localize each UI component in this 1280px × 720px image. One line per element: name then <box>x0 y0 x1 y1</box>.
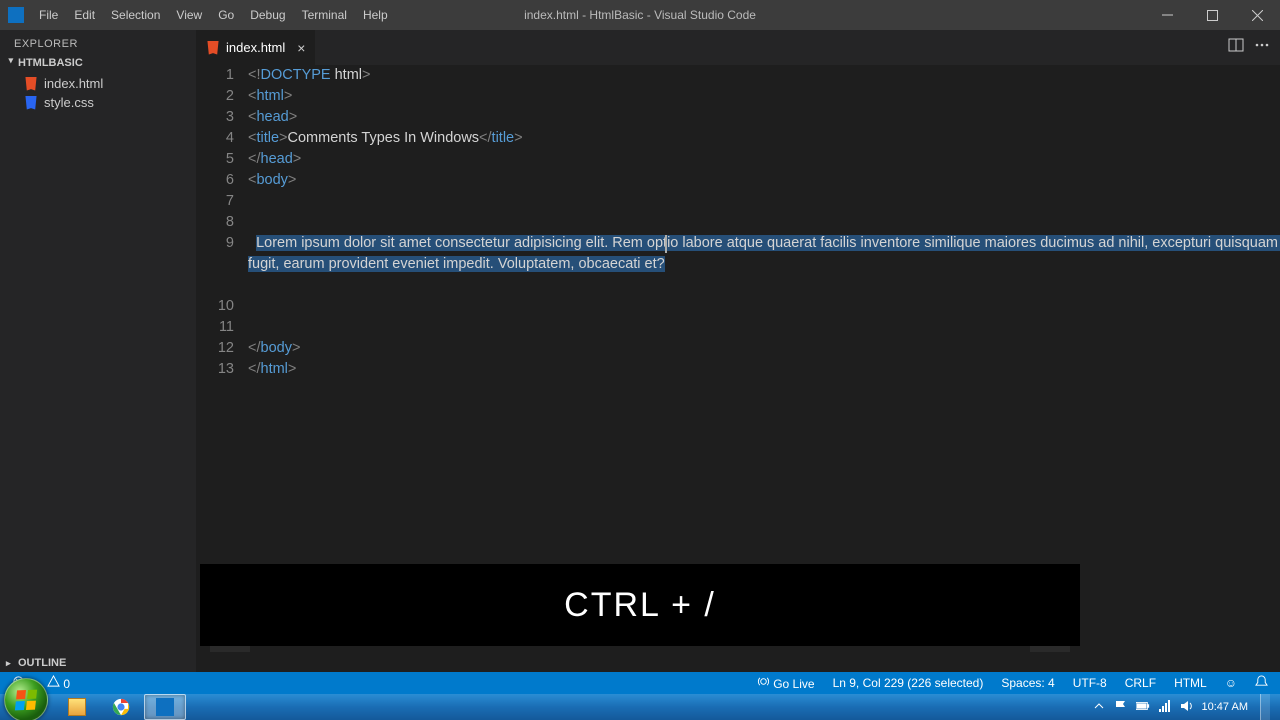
tray-network-icon[interactable] <box>1158 699 1172 716</box>
menu-terminal[interactable]: Terminal <box>295 8 354 22</box>
tray-battery-icon[interactable] <box>1136 699 1150 716</box>
system-tray: 10:47 AM <box>1092 694 1280 720</box>
vscode-logo-icon <box>8 7 24 23</box>
windows-taskbar: 10:47 AM <box>0 694 1280 720</box>
split-editor-icon[interactable] <box>1228 37 1244 58</box>
windows-logo-icon <box>15 690 37 711</box>
tray-volume-icon[interactable] <box>1180 699 1194 716</box>
status-golive[interactable]: Go Live <box>753 675 819 691</box>
tray-flag-icon[interactable] <box>1114 699 1128 716</box>
show-desktop-button[interactable] <box>1260 694 1270 720</box>
html-file-icon <box>24 77 38 91</box>
file-tree-item[interactable]: style.css <box>0 93 196 112</box>
window-title: index.html - HtmlBasic - Visual Studio C… <box>524 8 756 22</box>
vscode-window: File Edit Selection View Go Debug Termin… <box>0 0 1280 694</box>
start-button[interactable] <box>4 678 48 720</box>
taskbar-chrome[interactable] <box>100 694 142 720</box>
sidebar-explorer: EXPLORER HTMLBASIC index.html style.css … <box>0 30 196 672</box>
menu-go[interactable]: Go <box>211 8 241 22</box>
keystroke-overlay: CTRL + / <box>200 564 1080 646</box>
file-name: style.css <box>44 95 94 110</box>
file-name: index.html <box>44 76 103 91</box>
outline-section-header[interactable]: OUTLINE <box>0 654 196 672</box>
menu-selection[interactable]: Selection <box>104 8 167 22</box>
taskbar-vscode[interactable] <box>144 694 186 720</box>
titlebar: File Edit Selection View Go Debug Termin… <box>0 0 1280 30</box>
file-tree-item[interactable]: index.html <box>0 74 196 93</box>
taskbar-file-explorer[interactable] <box>56 694 98 720</box>
window-close-button[interactable] <box>1235 0 1280 30</box>
menu-help[interactable]: Help <box>356 8 395 22</box>
html-file-icon <box>206 41 220 55</box>
tray-clock[interactable]: 10:47 AM <box>1202 702 1248 713</box>
tray-show-hidden-icon[interactable] <box>1092 699 1106 716</box>
menubar: File Edit Selection View Go Debug Termin… <box>32 8 395 22</box>
menu-view[interactable]: View <box>169 8 209 22</box>
status-eol[interactable]: CRLF <box>1121 676 1160 690</box>
statusbar: 0 0 Go Live Ln 9, Col 229 (226 selected)… <box>0 672 1280 694</box>
tab-close-icon[interactable]: × <box>297 40 305 56</box>
tab-index-html[interactable]: index.html × <box>196 30 316 65</box>
window-maximize-button[interactable] <box>1190 0 1235 30</box>
status-encoding[interactable]: UTF-8 <box>1069 676 1111 690</box>
status-cursor-position[interactable]: Ln 9, Col 229 (226 selected) <box>829 676 988 690</box>
menu-edit[interactable]: Edit <box>67 8 102 22</box>
menu-debug[interactable]: Debug <box>243 8 292 22</box>
explorer-folder-header[interactable]: HTMLBASIC <box>0 54 196 72</box>
status-warnings[interactable]: 0 <box>43 675 74 691</box>
css-file-icon <box>24 96 38 110</box>
status-feedback-icon[interactable]: ☺ <box>1221 676 1241 690</box>
editor-tabs: index.html × <box>196 30 1280 65</box>
status-notifications-icon[interactable] <box>1251 675 1272 691</box>
tab-label: index.html <box>226 40 285 55</box>
more-actions-icon[interactable] <box>1254 37 1270 58</box>
status-language[interactable]: HTML <box>1170 676 1211 690</box>
menu-file[interactable]: File <box>32 8 65 22</box>
status-indentation[interactable]: Spaces: 4 <box>997 676 1058 690</box>
window-minimize-button[interactable] <box>1145 0 1190 30</box>
explorer-title: EXPLORER <box>0 30 196 54</box>
